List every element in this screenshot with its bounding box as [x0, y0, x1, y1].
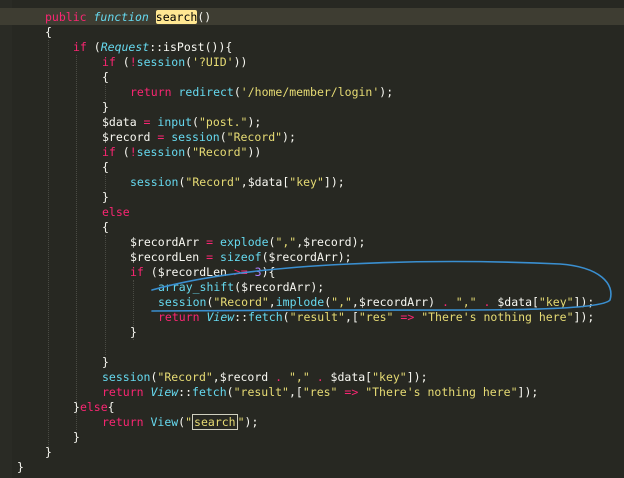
- code-editor[interactable]: public function search(){if (Request::is…: [0, 0, 624, 478]
- hand-drawn-annotation: [151, 260, 612, 312]
